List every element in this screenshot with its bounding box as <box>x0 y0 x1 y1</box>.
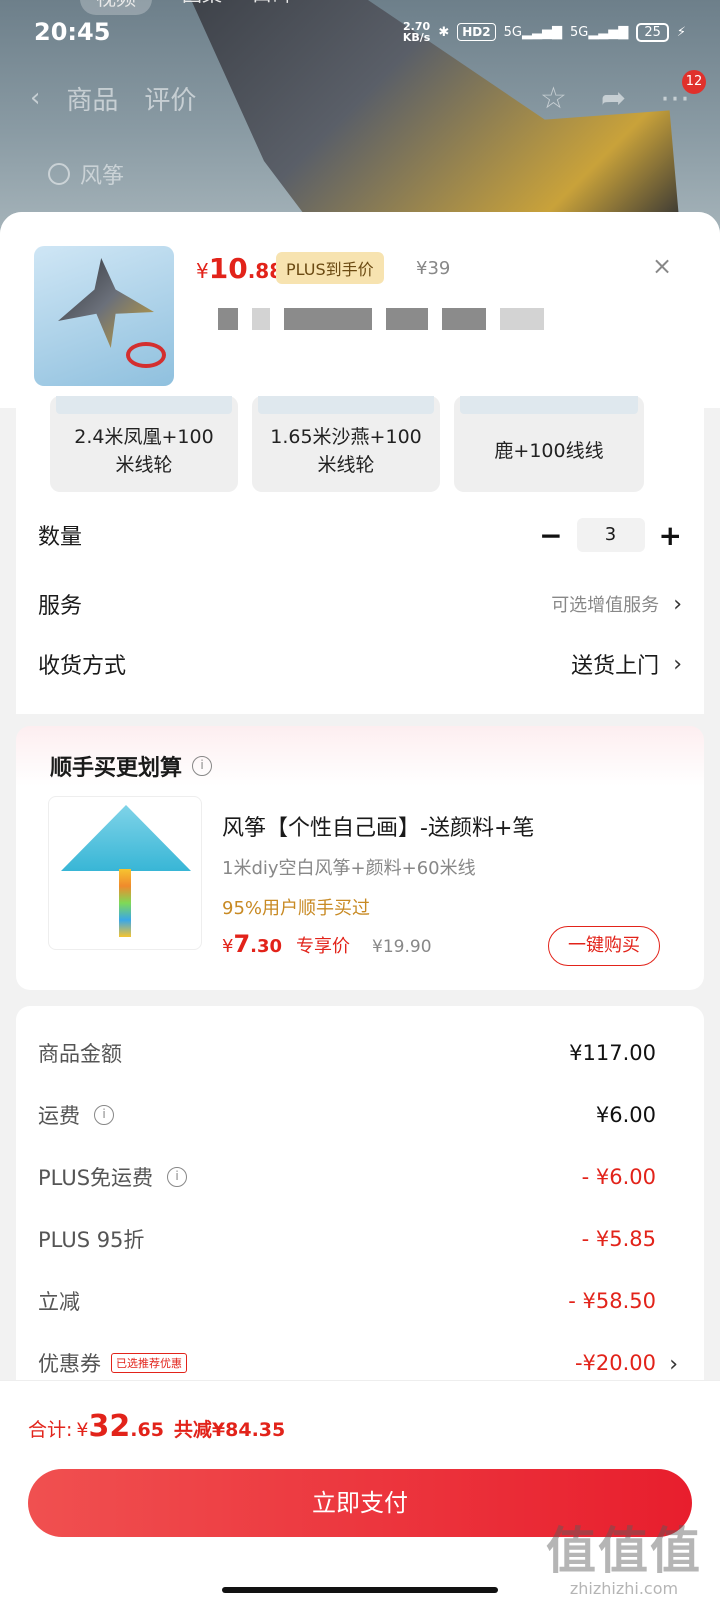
info-icon[interactable]: i <box>94 1105 114 1125</box>
quantity-plus-button[interactable]: + <box>659 519 682 552</box>
upsell-original-price: ¥19.90 <box>372 937 432 957</box>
nav-tab-reviews[interactable]: 评价 <box>144 80 196 117</box>
share-icon[interactable]: ➦ <box>601 81 626 116</box>
price-summary: 商品金额 ¥117.00 运费 i ¥6.00 PLUS免运费 i - ¥6.0… <box>16 1006 704 1426</box>
upsell-product-desc: 1米diy空白风筝+颜料+60米线 <box>222 858 476 879</box>
home-indicator[interactable] <box>222 1587 498 1593</box>
signal-icon-2: 5G▂▃▅▇ <box>569 24 629 40</box>
variant-image <box>258 396 434 414</box>
hd-icon: HD2 <box>457 23 496 41</box>
quantity-label: 数量 <box>38 525 83 550</box>
sku-bottom-sheet: ¥ 10 .88 PLUS到手价 ¥39 × 2.4米凤凰+100 米线轮 1.6… <box>0 212 720 1600</box>
diy-kite-image <box>61 805 191 871</box>
quantity-row: 数量 − 3 + <box>38 518 682 552</box>
one-click-buy-button[interactable]: 一键购买 <box>548 926 660 966</box>
chevron-left-icon[interactable]: ‹ <box>30 83 40 113</box>
clock: 20:45 <box>34 18 111 46</box>
coupon-tag: 已选推荐优惠 <box>111 1353 187 1373</box>
chevron-right-icon: › <box>673 651 682 677</box>
variant-image <box>56 396 232 414</box>
variant-option[interactable]: 2.4米凤凰+100 米线轮 <box>50 396 238 492</box>
product-nav-bar: ‹ 商品 评价 ☆ ➦ ⋯ 12 <box>0 70 720 126</box>
nav-tab-product[interactable]: 商品 <box>66 80 118 117</box>
summary-row-plus-discount: PLUS 95折 - ¥5.85 <box>38 1227 656 1252</box>
delivery-value: 送货上门 <box>571 654 660 679</box>
background-sub-row: 风筝 <box>48 158 124 190</box>
info-icon[interactable]: i <box>167 1167 188 1187</box>
upsell-title: 顺手买更划算 i <box>50 750 213 782</box>
service-label: 服务 <box>38 594 83 619</box>
chevron-right-icon: › <box>673 591 682 617</box>
message-badge: 12 <box>682 70 706 94</box>
spool-image <box>126 342 166 368</box>
battery-icon: 25 <box>636 22 669 42</box>
chevron-right-icon[interactable]: › <box>669 1352 678 1377</box>
upsell-product-name[interactable]: 风筝【个性自己画】-送颜料+笔 <box>222 810 534 842</box>
radio-icon <box>48 163 70 185</box>
background-category: 风筝 <box>80 164 125 189</box>
original-price: ¥39 <box>416 258 451 279</box>
plus-price: ¥ 10 .88 <box>196 252 284 285</box>
upsell-popularity: 95%用户顺手买过 <box>222 898 371 919</box>
product-thumbnail[interactable] <box>34 246 174 386</box>
checkout-bar: 合计: ¥ 32 .65 共减¥84.35 立即支付 值值值 zhizhizhi… <box>0 1380 720 1600</box>
kite-image <box>58 258 154 348</box>
net-speed: 2.70 KB/s <box>402 20 431 44</box>
order-total: 合计: ¥ 32 .65 共减¥84.35 <box>28 1409 286 1444</box>
info-icon[interactable]: i <box>192 756 213 776</box>
bluetooth-icon: ✱ <box>438 24 450 40</box>
service-value: 可选增值服务 <box>551 595 660 616</box>
variant-option[interactable]: 鹿+100线线 <box>454 396 644 492</box>
variant-option[interactable]: 1.65米沙燕+100 米线轮 <box>252 396 440 492</box>
service-row[interactable]: 服务 可选增值服务 › <box>38 588 682 620</box>
kite-tail-image <box>119 869 131 937</box>
upsell-product-image[interactable] <box>48 796 202 950</box>
summary-row-coupon[interactable]: 优惠券 已选推荐优惠 -¥20.00 <box>38 1348 656 1378</box>
variant-list: 2.4米凤凰+100 米线轮 1.65米沙燕+100 米线轮 鹿+100线线 <box>50 396 644 492</box>
sku-options-panel: 2.4米凤凰+100 米线轮 1.65米沙燕+100 米线轮 鹿+100线线 数量 … <box>16 396 704 714</box>
summary-row-shipping: 运费 i ¥6.00 <box>38 1103 656 1128</box>
delivery-label: 收货方式 <box>38 654 127 679</box>
charging-icon: ⚡ <box>676 24 686 40</box>
star-icon[interactable]: ☆ <box>540 81 567 116</box>
exclusive-price-tag: 专享价 <box>296 936 351 957</box>
quantity-input[interactable]: 3 <box>576 518 645 552</box>
quantity-minus-button[interactable]: − <box>539 519 562 552</box>
watermark-logo: 值值值 zhizhizhi.com <box>546 1522 702 1598</box>
summary-row-goods: 商品金额 ¥117.00 <box>38 1041 656 1066</box>
sheet-header: ¥ 10 .88 PLUS到手价 ¥39 × <box>0 212 720 408</box>
signal-icon: 5G▂▃▅▇ <box>503 24 562 40</box>
selected-spec-redacted <box>218 308 544 330</box>
total-savings: 共减¥84.35 <box>173 1419 286 1441</box>
plus-price-tag: PLUS到手价 <box>276 252 384 284</box>
upsell-card: 顺手买更划算 i 风筝【个性自己画】-送颜料+笔 1米diy空白风筝+颜料+60… <box>16 726 704 990</box>
variant-image <box>460 396 638 414</box>
delivery-row[interactable]: 收货方式 送货上门 › <box>38 648 682 680</box>
status-bar: 20:45 2.70 KB/s ✱ HD2 5G▂▃▅▇ 5G▂▃▅▇ 25 ⚡ <box>0 0 720 64</box>
summary-row-plus-freeship: PLUS免运费 i - ¥6.00 <box>38 1165 656 1190</box>
upsell-price: ¥ 7.30 专享价 ¥19.90 <box>222 930 432 958</box>
summary-row-instant-discount: 立减 - ¥58.50 <box>38 1289 656 1314</box>
close-icon[interactable]: × <box>652 252 672 280</box>
